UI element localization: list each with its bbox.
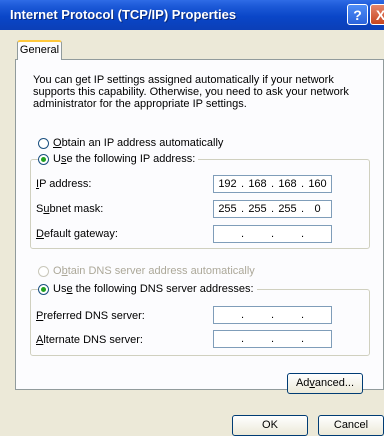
default-gateway-label: Default gateway: — [36, 228, 118, 240]
ok-button[interactable]: OK — [232, 415, 308, 436]
default-gateway-field[interactable]: . . . — [213, 225, 332, 243]
obtain-ip-auto-label: Obtain an IP address automatically — [53, 137, 224, 149]
ip-address-field[interactable]: 192. 168. 168. 160 — [213, 175, 332, 193]
ip-address-label: IP address: — [36, 178, 92, 190]
alternate-dns-field[interactable]: . . . — [213, 330, 332, 348]
use-dns-option[interactable]: Use the following DNS server addresses: — [38, 283, 257, 295]
subnet-mask-field[interactable]: 255. 255. 255. 0 — [213, 200, 332, 218]
use-dns-radio[interactable] — [38, 283, 49, 295]
use-ip-option[interactable]: Use the following IP address: — [38, 153, 199, 165]
window-title: Internet Protocol (TCP/IP) Properties — [10, 7, 237, 22]
tab-general[interactable]: General — [17, 40, 62, 60]
description-text: You can get IP settings assigned automat… — [33, 74, 349, 110]
title-bar[interactable]: Internet Protocol (TCP/IP) Properties ? … — [0, 0, 384, 30]
use-dns-label: Use the following DNS server addresses: — [53, 283, 254, 295]
preferred-dns-label: Preferred DNS server: — [36, 310, 145, 322]
alternate-dns-label: Alternate DNS server: — [36, 334, 143, 346]
use-ip-radio[interactable] — [38, 153, 49, 165]
cancel-button[interactable]: Cancel — [318, 415, 384, 436]
use-ip-label: Use the following IP address: — [53, 153, 196, 165]
obtain-ip-auto-option[interactable]: Obtain an IP address automatically — [38, 137, 223, 149]
obtain-dns-auto-option: Obtain DNS server address automatically — [38, 265, 255, 277]
advanced-button[interactable]: Advanced... — [287, 373, 363, 394]
subnet-mask-label: Subnet mask: — [36, 203, 104, 215]
obtain-dns-auto-radio — [38, 265, 49, 277]
preferred-dns-field[interactable]: . . . — [213, 306, 332, 324]
obtain-ip-auto-radio[interactable] — [38, 137, 49, 149]
help-button[interactable]: ? — [347, 4, 368, 25]
obtain-dns-auto-label: Obtain DNS server address automatically — [53, 265, 255, 277]
close-button[interactable]: X — [370, 4, 384, 25]
